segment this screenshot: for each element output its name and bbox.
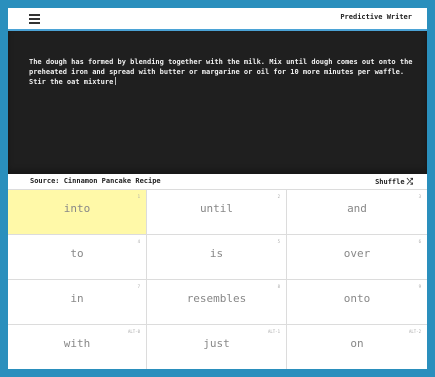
suggestion-shortcut: 5 (277, 239, 280, 244)
source-label: Source: Cinnamon Pancake Recipe (30, 177, 161, 185)
suggestion-word: in (70, 292, 84, 305)
suggestion-shortcut: 1 (137, 194, 140, 199)
suggestion-shortcut: ALT-0 (127, 329, 140, 334)
suggestion-cell[interactable]: into 1 (8, 190, 147, 235)
suggestion-shortcut: 3 (418, 194, 421, 199)
suggestion-word: on (350, 337, 364, 350)
suggestion-grid: into 1 until 2 and 3 to 4 is 5 over 6 in 7 resembles 8 o… (8, 189, 427, 369)
suggestion-word: into (63, 202, 91, 215)
shuffle-label: Shuffle (375, 178, 405, 186)
suggestion-cell[interactable]: with ALT-0 (8, 325, 147, 369)
suggestion-word: is (209, 247, 224, 260)
text-editor[interactable]: The dough has formed by blending togethe… (8, 31, 427, 174)
suggestion-shortcut: 7 (137, 284, 140, 289)
shuffle-icon: ⤮ (406, 177, 413, 186)
suggestion-cell[interactable]: just ALT-1 (147, 325, 287, 369)
suggestion-shortcut: 8 (277, 284, 280, 289)
app-title: Predictive Writer (340, 13, 412, 21)
suggestion-shortcut: 6 (418, 239, 421, 244)
menu-icon-bar (29, 18, 40, 20)
suggestion-word: until (199, 202, 234, 215)
app-header: Predictive Writer (8, 8, 427, 29)
suggestion-cell[interactable]: is 5 (147, 235, 287, 280)
suggestion-shortcut: 9 (418, 284, 421, 289)
suggestion-shortcut: 2 (277, 194, 280, 199)
suggestion-shortcut: ALT-1 (267, 329, 280, 334)
editor-text: The dough has formed by blending togethe… (29, 58, 413, 86)
suggestion-word: resembles (186, 292, 247, 305)
suggestion-cell[interactable]: and 3 (287, 190, 427, 235)
shuffle-button[interactable]: Shuffle ⤮ (375, 177, 413, 187)
suggestion-cell[interactable]: over 6 (287, 235, 427, 280)
suggestion-cell[interactable]: on ALT-2 (287, 325, 427, 369)
predictive-writer-app: Predictive Writer The dough has formed b… (8, 8, 427, 369)
editor-content[interactable]: The dough has formed by blending togethe… (29, 58, 414, 88)
suggestion-word: and (347, 202, 367, 215)
suggestion-word: to (70, 247, 84, 260)
hamburger-menu-icon[interactable] (29, 14, 40, 24)
suggestion-word: with (63, 337, 91, 350)
suggestion-cell[interactable]: until 2 (147, 190, 287, 235)
suggestion-word: over (343, 247, 371, 260)
suggestion-shortcut: ALT-2 (408, 329, 421, 334)
suggestion-word: just (203, 337, 230, 350)
suggestion-cell[interactable]: in 7 (8, 280, 147, 325)
suggestion-shortcut: 4 (137, 239, 140, 244)
menu-icon-bar (29, 22, 40, 24)
suggestion-cell[interactable]: to 4 (8, 235, 147, 280)
suggestion-word: onto (343, 292, 371, 305)
text-caret (115, 77, 117, 85)
menu-icon-bar (29, 14, 40, 16)
suggestion-cell[interactable]: onto 9 (287, 280, 427, 325)
source-bar: Source: Cinnamon Pancake Recipe Shuffle ⤮ (8, 174, 427, 189)
suggestion-cell[interactable]: resembles 8 (147, 280, 287, 325)
